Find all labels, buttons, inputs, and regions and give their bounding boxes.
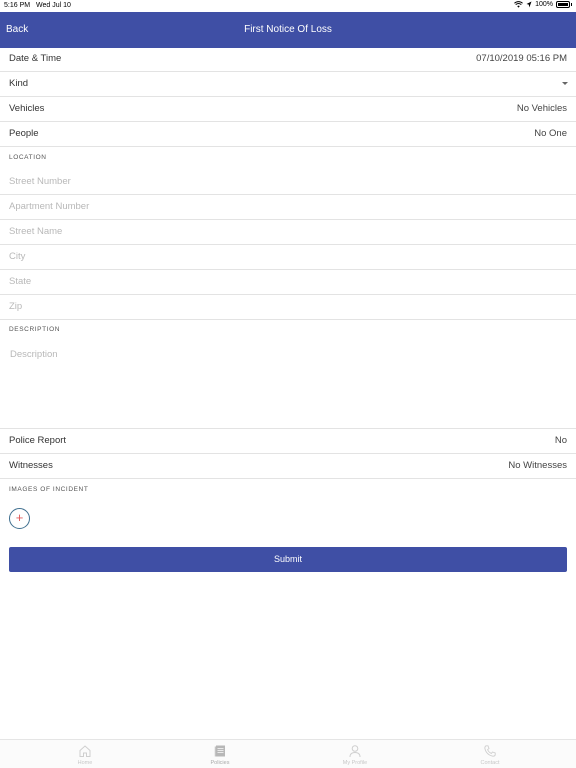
street-name-field[interactable]: Street Name bbox=[0, 220, 576, 245]
tab-policies-label: Policies bbox=[210, 760, 230, 766]
city-placeholder: City bbox=[9, 251, 26, 262]
phone-icon bbox=[484, 745, 496, 757]
tab-my-profile-label: My Profile bbox=[342, 760, 368, 766]
tab-contact[interactable]: Contact bbox=[423, 740, 557, 768]
police-report-row[interactable]: Police Report No bbox=[0, 429, 576, 454]
tab-home[interactable]: Home bbox=[18, 740, 152, 768]
witnesses-value: No Witnesses bbox=[508, 460, 567, 471]
state-placeholder: State bbox=[9, 276, 32, 287]
tab-home-label: Home bbox=[77, 760, 93, 766]
location-section-header: LOCATION bbox=[9, 154, 47, 161]
state-field[interactable]: State bbox=[0, 270, 576, 295]
tab-policies[interactable]: Policies bbox=[153, 740, 287, 768]
images-section-header: IMAGES OF INCIDENT bbox=[9, 486, 89, 493]
zip-field[interactable]: Zip bbox=[0, 295, 576, 320]
person-icon bbox=[349, 745, 361, 758]
street-number-field[interactable]: Street Number bbox=[0, 170, 576, 195]
tab-contact-label: Contact bbox=[480, 760, 500, 766]
home-icon bbox=[79, 745, 91, 757]
vehicles-label: Vehicles bbox=[9, 103, 45, 114]
plus-icon: + bbox=[15, 510, 24, 525]
city-field[interactable]: City bbox=[0, 245, 576, 270]
vehicles-row[interactable]: Vehicles No Vehicles bbox=[0, 97, 576, 122]
description-placeholder: Description bbox=[10, 349, 58, 360]
police-report-label: Police Report bbox=[9, 435, 67, 446]
people-row[interactable]: People No One bbox=[0, 122, 576, 147]
date-time-value: 07/10/2019 05:16 PM bbox=[476, 53, 567, 64]
navigation-bar: Back First Notice Of Loss bbox=[0, 12, 576, 48]
people-label: People bbox=[9, 128, 39, 139]
people-value: No One bbox=[534, 128, 567, 139]
date-time-row[interactable]: Date & Time 07/10/2019 05:16 PM bbox=[0, 47, 576, 72]
battery-fill bbox=[558, 3, 568, 6]
apartment-number-placeholder: Apartment Number bbox=[9, 201, 90, 212]
kind-label: Kind bbox=[9, 78, 29, 89]
description-textarea[interactable]: Description bbox=[0, 341, 576, 429]
vehicles-value: No Vehicles bbox=[516, 103, 567, 114]
date-time-label: Date & Time bbox=[9, 53, 62, 64]
witnesses-label: Witnesses bbox=[9, 460, 53, 471]
document-icon bbox=[214, 745, 225, 757]
description-section-header: DESCRIPTION bbox=[9, 326, 61, 333]
zip-placeholder: Zip bbox=[9, 301, 23, 312]
street-name-placeholder: Street Name bbox=[9, 226, 63, 237]
kind-select[interactable]: Kind bbox=[0, 72, 576, 97]
add-image-button[interactable]: + bbox=[9, 508, 30, 529]
witnesses-row[interactable]: Witnesses No Witnesses bbox=[0, 454, 576, 479]
police-report-value: No bbox=[554, 435, 567, 446]
tab-bar: Home Policies My Profile Contact bbox=[0, 739, 576, 768]
dropdown-caret-icon bbox=[562, 82, 568, 85]
tab-my-profile[interactable]: My Profile bbox=[288, 740, 422, 768]
submit-button[interactable]: Submit bbox=[9, 547, 567, 572]
apartment-number-field[interactable]: Apartment Number bbox=[0, 195, 576, 220]
street-number-placeholder: Street Number bbox=[9, 176, 71, 187]
